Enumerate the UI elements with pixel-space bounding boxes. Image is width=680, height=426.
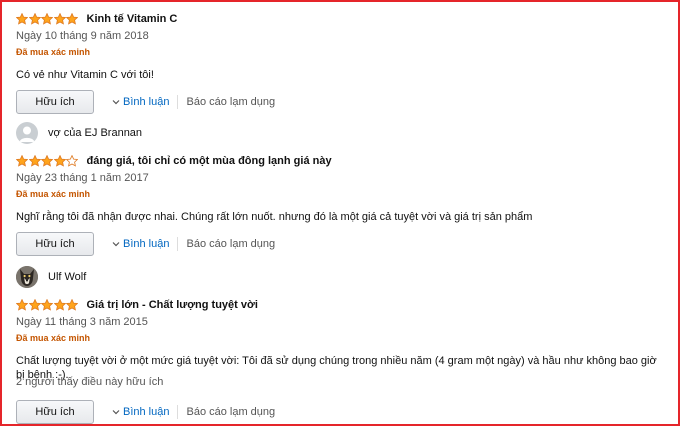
star-filled-icon <box>41 12 53 25</box>
review-actions: Hữu ích Bình luận Báo cáo lạm dụng <box>16 90 668 114</box>
report-abuse-link[interactable]: Báo cáo lạm dụng <box>186 96 275 108</box>
generic-user-icon <box>16 122 38 144</box>
review-title-row: đáng giá, tôi chỉ có một mùa đông lạnh g… <box>16 153 668 168</box>
comment-label: Bình luận <box>123 406 170 418</box>
star-filled-icon <box>28 12 41 25</box>
chevron-down-icon <box>112 410 120 415</box>
star-rating[interactable] <box>16 154 79 167</box>
star-rating[interactable] <box>16 12 79 25</box>
reviews-panel: Kinh tế Vitamin C Ngày 10 tháng 9 năm 20… <box>0 0 680 426</box>
review-title[interactable]: Giá trị lớn - Chất lượng tuyệt vời <box>87 299 258 311</box>
star-filled-icon <box>66 298 78 311</box>
review-actions: Hữu ích Bình luận Báo cáo lạm dụng <box>16 232 668 256</box>
verified-purchase-badge: Đã mua xác minh <box>16 189 91 199</box>
review-date: Ngày 23 tháng 1 năm 2017 <box>16 172 149 184</box>
user-silhouette-icon <box>19 126 35 142</box>
report-abuse-link[interactable]: Báo cáo lạm dụng <box>186 406 275 418</box>
reviewer-name[interactable]: Ulf Wolf <box>48 271 86 283</box>
star-filled-icon <box>28 298 41 311</box>
review-body: Nghĩ rằng tôi đã nhận được nhai. Chúng r… <box>16 211 533 223</box>
star-empty-icon <box>66 154 78 167</box>
verified-purchase-badge: Đã mua xác minh <box>16 333 91 343</box>
star-filled-icon <box>41 298 53 311</box>
star-filled-icon <box>16 298 28 311</box>
comment-link[interactable]: Bình luận <box>112 406 169 418</box>
star-filled-icon <box>66 12 78 25</box>
review-title-row: Giá trị lớn - Chất lượng tuyệt vời <box>16 297 668 312</box>
review-3: Ulf Wolf Giá trị lớn - Chất lượng tuyệt … <box>16 266 668 424</box>
review-title-row: Kinh tế Vitamin C <box>16 11 668 26</box>
reviewer-name[interactable]: vợ của EJ Brannan <box>48 127 142 139</box>
divider <box>177 95 179 109</box>
helpful-count: 2 người thấy điều này hữu ích <box>16 376 164 388</box>
comment-label: Bình luận <box>123 238 170 250</box>
dog-face-icon <box>16 266 38 288</box>
review-actions: Hữu ích Bình luận Báo cáo lạm dụng <box>16 400 668 424</box>
star-filled-icon <box>28 154 41 167</box>
helpful-button[interactable]: Hữu ích <box>16 90 94 114</box>
star-filled-icon <box>53 154 66 167</box>
star-rating[interactable] <box>16 298 79 311</box>
chevron-down-icon <box>112 100 120 105</box>
divider <box>177 405 179 419</box>
report-abuse-link[interactable]: Báo cáo lạm dụng <box>186 238 275 250</box>
comment-link[interactable]: Bình luận <box>112 96 169 108</box>
helpful-button[interactable]: Hữu ích <box>16 400 94 424</box>
comment-label: Bình luận <box>123 96 170 108</box>
review-date: Ngày 11 tháng 3 năm 2015 <box>16 316 148 328</box>
helpful-button[interactable]: Hữu ích <box>16 232 94 256</box>
divider <box>177 237 179 251</box>
review-body: Chất lượng tuyệt vời ở một mức giá tuyệt… <box>16 355 657 381</box>
review-date: Ngày 10 tháng 9 năm 2018 <box>16 30 149 42</box>
star-filled-icon <box>41 154 53 167</box>
review-title[interactable]: Kinh tế Vitamin C <box>87 13 178 25</box>
verified-purchase-badge: Đã mua xác minh <box>16 47 91 57</box>
star-filled-icon <box>16 12 28 25</box>
reviewer-profile[interactable]: Ulf Wolf <box>16 266 668 288</box>
comment-link[interactable]: Bình luận <box>112 238 169 250</box>
dog-avatar-icon <box>16 266 38 288</box>
review-title[interactable]: đáng giá, tôi chỉ có một mùa đông lạnh g… <box>87 155 332 167</box>
star-filled-icon <box>16 154 28 167</box>
chevron-down-icon <box>112 242 120 247</box>
review-body: Có vẻ như Vitamin C với tôi! <box>16 69 154 81</box>
review-2: vợ của EJ Brannan đáng giá, tôi chỉ có m… <box>16 122 668 256</box>
star-filled-icon <box>53 12 66 25</box>
review-1: Kinh tế Vitamin C Ngày 10 tháng 9 năm 20… <box>16 11 668 114</box>
reviewer-profile[interactable]: vợ của EJ Brannan <box>16 122 668 144</box>
star-filled-icon <box>53 298 66 311</box>
